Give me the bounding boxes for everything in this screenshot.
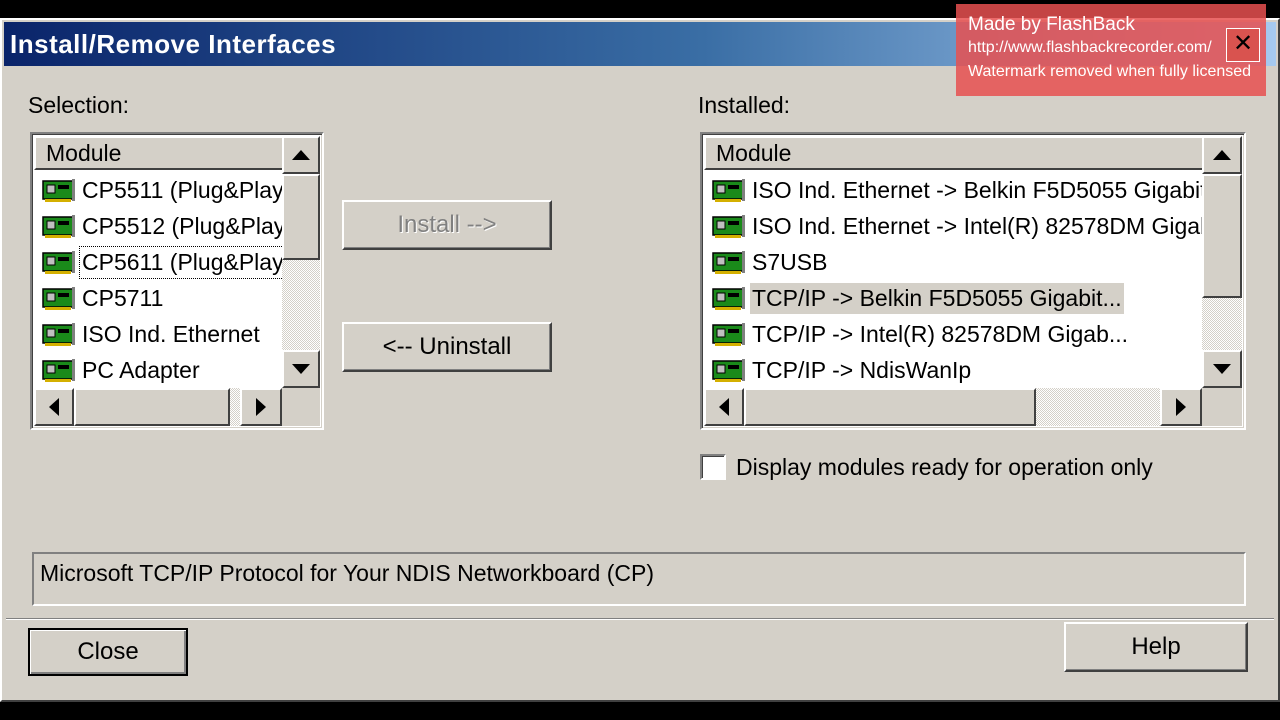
installed-item-label: TCP/IP -> Intel(R) 82578DM Gigab... bbox=[752, 320, 1129, 347]
arrow-up-icon bbox=[1213, 150, 1231, 160]
selection-item-label: CP5511 (Plug&Play) bbox=[82, 176, 292, 203]
network-card-icon bbox=[42, 359, 75, 382]
installed-list-item[interactable]: ISO Ind. Ethernet -> Intel(R) 82578DM Gi… bbox=[706, 208, 1215, 244]
arrow-right-icon bbox=[1176, 398, 1186, 416]
installed-item-label: ISO Ind. Ethernet -> Intel(R) 82578DM Gi… bbox=[752, 212, 1213, 239]
watermark-close-icon[interactable]: ✕ bbox=[1226, 28, 1260, 62]
display-ready-only-checkbox[interactable] bbox=[700, 454, 726, 480]
arrow-up-icon bbox=[292, 150, 310, 160]
close-button[interactable]: Close bbox=[28, 628, 188, 676]
selection-item-label: CP5611 (Plug&Play) bbox=[78, 245, 295, 279]
installed-item-label: ISO Ind. Ethernet -> Belkin F5D5055 Giga… bbox=[752, 176, 1213, 203]
installed-vertical-thumb[interactable] bbox=[1202, 174, 1242, 298]
network-card-icon bbox=[42, 323, 75, 346]
installed-scroll-corner bbox=[1202, 388, 1242, 426]
installed-column-header[interactable]: Module bbox=[704, 136, 1204, 170]
selection-list-item[interactable]: ISO Ind. Ethernet bbox=[36, 316, 295, 352]
network-card-icon bbox=[712, 215, 745, 238]
selection-scroll-up-button[interactable] bbox=[282, 136, 320, 174]
display-ready-only-label[interactable]: Display modules ready for operation only bbox=[736, 454, 1153, 481]
installed-label: Installed: bbox=[698, 92, 791, 118]
selection-item-label: ISO Ind. Ethernet bbox=[82, 320, 260, 347]
selection-scroll-right-button[interactable] bbox=[240, 388, 282, 426]
installed-list-item[interactable]: ISO Ind. Ethernet -> Belkin F5D5055 Giga… bbox=[706, 172, 1215, 208]
selection-list-item[interactable]: CP5611 (Plug&Play) bbox=[36, 244, 295, 280]
selection-horizontal-thumb[interactable] bbox=[74, 388, 230, 426]
network-card-icon bbox=[712, 359, 745, 382]
installed-horizontal-thumb[interactable] bbox=[744, 388, 1036, 426]
selection-list-item[interactable]: CP5512 (Plug&Play) bbox=[36, 208, 295, 244]
network-card-icon bbox=[712, 179, 745, 202]
arrow-down-icon bbox=[292, 364, 310, 374]
installed-list-item[interactable]: TCP/IP -> NdisWanIp bbox=[706, 352, 1215, 388]
arrow-left-icon bbox=[49, 398, 59, 416]
installed-vertical-scrollbar[interactable] bbox=[1202, 136, 1242, 388]
selection-vertical-scrollbar[interactable] bbox=[282, 136, 320, 388]
network-card-icon bbox=[712, 251, 745, 274]
network-card-icon bbox=[42, 179, 75, 202]
installed-scroll-up-button[interactable] bbox=[1202, 136, 1242, 174]
install-button[interactable]: Install --> bbox=[342, 200, 552, 250]
network-card-icon bbox=[42, 215, 75, 238]
footer-separator bbox=[6, 618, 1274, 620]
selection-item-label: CP5512 (Plug&Play) bbox=[82, 212, 293, 239]
installed-list-item[interactable]: S7USB bbox=[706, 244, 1215, 280]
installed-list-item[interactable]: TCP/IP -> Belkin F5D5055 Gigabit... bbox=[706, 280, 1215, 316]
flashback-watermark: Made by FlashBack http://www.flashbackre… bbox=[956, 4, 1266, 96]
selection-list: CP5511 (Plug&Play) CP5512 (Plug&Play) CP56… bbox=[36, 172, 295, 388]
arrow-left-icon bbox=[719, 398, 729, 416]
uninstall-button[interactable]: <-- Uninstall bbox=[342, 322, 552, 372]
selection-listbox[interactable]: Module CP5511 (Plug&Play) CP5512 (Plug&Pl… bbox=[30, 132, 324, 430]
watermark-line-1: Made by FlashBack bbox=[968, 14, 1135, 35]
installed-item-label: S7USB bbox=[752, 248, 828, 275]
installed-list-item[interactable]: TCP/IP -> Intel(R) 82578DM Gigab... bbox=[706, 316, 1215, 352]
arrow-down-icon bbox=[1213, 364, 1231, 374]
installed-horizontal-scrollbar[interactable] bbox=[704, 388, 1202, 426]
selection-scroll-left-button[interactable] bbox=[34, 388, 74, 426]
window-title: Install/Remove Interfaces bbox=[10, 28, 337, 59]
arrow-right-icon bbox=[256, 398, 266, 416]
selection-item-label: PC Adapter bbox=[82, 356, 200, 383]
installed-list: ISO Ind. Ethernet -> Belkin F5D5055 Giga… bbox=[706, 172, 1215, 388]
installed-scroll-left-button[interactable] bbox=[704, 388, 744, 426]
network-card-icon bbox=[42, 251, 75, 274]
network-card-icon bbox=[712, 323, 745, 346]
install-remove-interfaces-dialog: Install/Remove Interfaces Selection: Mod… bbox=[0, 18, 1280, 702]
installed-scroll-down-button[interactable] bbox=[1202, 350, 1242, 388]
installed-item-label: TCP/IP -> NdisWanIp bbox=[752, 356, 972, 383]
watermark-line-2: http://www.flashbackrecorder.com/ bbox=[968, 39, 1212, 56]
selection-horizontal-scrollbar[interactable] bbox=[34, 388, 282, 426]
module-description: Microsoft TCP/IP Protocol for Your NDIS … bbox=[32, 552, 1246, 606]
selection-scroll-down-button[interactable] bbox=[282, 350, 320, 388]
network-card-icon bbox=[712, 287, 745, 310]
help-button[interactable]: Help bbox=[1064, 622, 1248, 672]
network-card-icon bbox=[42, 287, 75, 310]
selection-vertical-thumb[interactable] bbox=[282, 174, 320, 260]
installed-item-label: TCP/IP -> Belkin F5D5055 Gigabit... bbox=[750, 282, 1124, 314]
selection-list-item[interactable]: CP5511 (Plug&Play) bbox=[36, 172, 295, 208]
selection-label: Selection: bbox=[28, 92, 130, 118]
watermark-line-3: Watermark removed when fully licensed bbox=[968, 63, 1252, 80]
installed-scroll-right-button[interactable] bbox=[1160, 388, 1202, 426]
selection-list-item[interactable]: PC Adapter bbox=[36, 352, 295, 388]
selection-column-header[interactable]: Module bbox=[34, 136, 284, 170]
selection-scroll-corner bbox=[282, 388, 320, 426]
installed-listbox[interactable]: Module ISO Ind. Ethernet -> Belkin F5D50… bbox=[700, 132, 1246, 430]
selection-list-item[interactable]: CP5711 bbox=[36, 280, 295, 316]
selection-item-label: CP5711 bbox=[82, 284, 164, 311]
